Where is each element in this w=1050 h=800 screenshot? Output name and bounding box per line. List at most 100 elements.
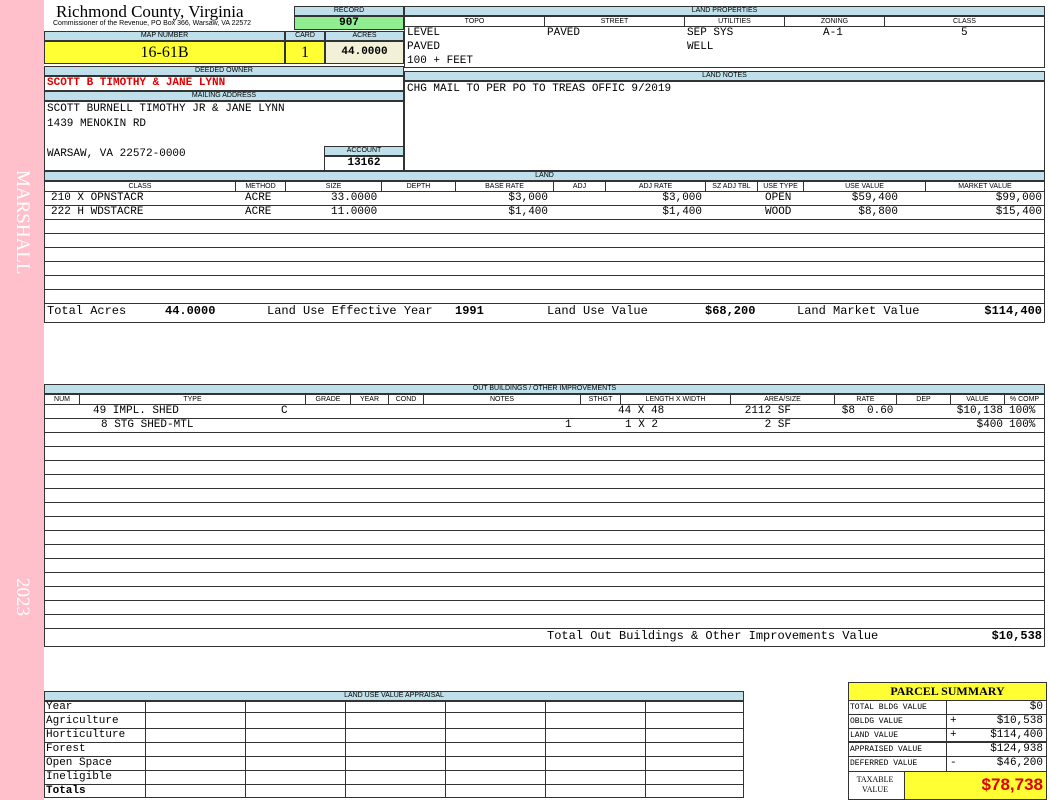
land-rows-1-size: 11.0000: [331, 206, 378, 218]
land-use-appraisal-rows-4: Open Space: [46, 757, 113, 769]
acres-header: ACRES: [325, 31, 404, 41]
outbuildings-columns-cond: COND: [389, 395, 424, 404]
outbuildings-rows-0-rate: $8: [841, 405, 855, 417]
land-col-market-value: MARKET VALUE: [958, 183, 1012, 190]
outbuildings-rows-1-value: $400: [976, 419, 1003, 431]
summary-row-bldg: TOTAL BLDG VALUE $0: [849, 701, 1046, 715]
outbuildings-rows-0-area: 2112 SF: [744, 405, 791, 417]
outbuildings-columns-grade: GRADE: [306, 395, 351, 404]
land-properties-header: LAND PROPERTIES: [404, 6, 1045, 16]
total-acres: 44.0000: [165, 304, 216, 318]
land-rows-1-class: 222 H WDSTACRE: [51, 206, 144, 218]
county-title: Richmond County, Virginia: [56, 2, 244, 21]
outbuildings-total: $10,538: [991, 629, 1042, 643]
map-number-header: MAP NUMBER: [44, 31, 285, 41]
table-row: Open Space: [45, 757, 743, 771]
land-col-use-value: USE VALUE: [804, 182, 926, 191]
outbuildings-columns-sthgt: STHGT: [581, 395, 621, 404]
outbuildings-rows-0-lw: 44 X 48: [618, 405, 665, 417]
outbuildings-columns-dep: DEP: [897, 395, 951, 404]
outbuildings-columns-year: YEAR: [351, 395, 389, 404]
table-row: [45, 503, 1044, 517]
table-row: Totals: [45, 785, 743, 799]
table-row: 222 H WDSTACRE ACRE 11.0000 $1,400 $1,40…: [45, 206, 1044, 220]
utilities-1: SEP SYS: [687, 27, 734, 39]
parcel-summary: PARCEL SUMMARY TOTAL BLDG VALUE $0 OBLDG…: [848, 682, 1047, 800]
land-table: CLASS METHOD SIZE DEPTH BASE RATE ADJ AD…: [44, 181, 1045, 323]
land-rows-1-base-rate: $1,400: [508, 206, 548, 218]
summary-row-taxable: TAXABLE VALUE $78,738: [849, 772, 1046, 799]
land-use-appraisal-rows-2: Horticulture: [46, 729, 126, 741]
deeded-owner: SCOTT B TIMOTHY & JANE LYNN: [44, 76, 404, 91]
table-row: Year: [45, 701, 743, 713]
outbuildings-rows-1-area: 2 SF: [764, 419, 791, 431]
land-use-appraisal-header: LAND USE VALUE APPRAISAL: [44, 691, 744, 701]
table-row: Horticulture: [45, 729, 743, 743]
land-use-appraisal-rows-1: Agriculture: [46, 715, 119, 727]
table-row: Agriculture: [45, 715, 743, 729]
class-value: 5: [961, 27, 968, 39]
col-street: STREET: [545, 17, 685, 26]
table-row: [45, 545, 1044, 559]
mailing-address-header: MAILING ADDRESS: [44, 91, 404, 101]
land-col-class: CLASS: [45, 182, 236, 191]
land-col-adj-rate: ADJ RATE: [606, 182, 706, 191]
effective-year: 1991: [455, 304, 484, 318]
table-row: [45, 559, 1044, 573]
land-col-adj: ADJ: [554, 182, 606, 191]
land-use-value-label: Land Use Value: [547, 304, 648, 318]
card-number: 1: [285, 41, 325, 64]
card-header: CARD: [285, 31, 325, 41]
land-col-base-rate: BASE RATE: [456, 182, 554, 191]
zoning-value: A-1: [823, 27, 843, 39]
parcel-summary-obldg-op: +: [950, 715, 957, 727]
outbuildings-columns-num: NUM: [45, 395, 80, 404]
outbuildings-columns-type: TYPE: [80, 395, 306, 404]
map-number: 16-61B: [44, 41, 285, 64]
outbuildings-columns-value: VALUE: [951, 395, 1005, 404]
parcel-summary-bldg-value: $0: [1029, 701, 1043, 713]
district-label: MARSHALL: [12, 170, 33, 275]
account-header: ACCOUNT: [324, 146, 404, 156]
table-row: [45, 447, 1044, 461]
land-rows-1-method: ACRE: [245, 206, 272, 218]
land-use-appraisal-rows-5: Ineligible: [46, 771, 113, 783]
outbuildings-rows-1-sthgt: 1: [565, 419, 572, 431]
land-rows-0-adj-rate: $3,000: [662, 192, 702, 204]
table-row: Ineligible: [45, 771, 743, 785]
land-rows-0-method: ACRE: [245, 192, 272, 204]
table-row: [45, 220, 1044, 234]
outbuildings-columns-area: AREA/SIZE: [731, 395, 835, 404]
outbuildings-rows-1-comp: 100%: [1009, 419, 1036, 431]
outbuildings-rows-1-type: 8 STG SHED-MTL: [101, 419, 194, 431]
table-row: [45, 531, 1044, 545]
land-rows-0-use-type: OPEN: [765, 192, 792, 204]
parcel-summary-deferred-op: -: [950, 757, 957, 769]
parcel-summary-appraised-value: $124,938: [990, 743, 1043, 755]
land-use-appraisal-rows-0: Year: [46, 701, 73, 713]
outbuildings-rows-0-type: 49 IMPL. SHED: [93, 405, 179, 417]
parcel-summary-obldg-value: $10,538: [996, 715, 1043, 727]
parcel-summary-taxable-label-2: VALUE: [861, 785, 889, 794]
table-row: [45, 433, 1044, 447]
summary-row-obldg: OBLDG VALUE + $10,538: [849, 715, 1046, 729]
year-label: 2023: [12, 578, 33, 616]
acres-value: 44.0000: [325, 41, 404, 64]
commissioner-line: Commissioner of the Revenue, PO Box 366,…: [53, 20, 252, 27]
land-col-sz-adj: SZ ADJ TBL: [706, 182, 758, 191]
land-use-value: $68,200: [705, 304, 756, 318]
parcel-summary-obldg-label: OBLDG VALUE: [850, 717, 903, 726]
table-row: [45, 290, 1044, 304]
outbuildings-columns-notes: NOTES: [424, 395, 581, 404]
land-col-use-type: USE TYPE: [758, 182, 804, 191]
outbuildings-table: NUM TYPE GRADE YEAR COND NOTES STHGT LEN…: [44, 394, 1045, 647]
table-row: [45, 461, 1044, 475]
outbuildings-rows-0-value: $10,138: [956, 405, 1003, 417]
land-rows-1-use-value: $8,800: [858, 206, 898, 218]
total-acres-label: Total Acres: [47, 304, 127, 318]
land-notes-box: CHG MAIL TO PER PO TO TREAS OFFIC 9/2019: [404, 81, 1045, 171]
record-header: RECORD: [294, 6, 404, 16]
parcel-summary-taxable-label-1: TAXABLE: [856, 775, 894, 784]
land-use-appraisal-rows-6: Totals: [46, 785, 86, 797]
land-use-appraisal-rows-3: Forest: [46, 743, 86, 755]
